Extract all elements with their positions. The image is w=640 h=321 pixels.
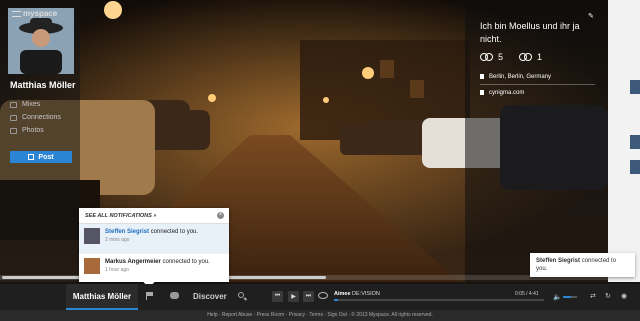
thumbnail[interactable]: [630, 135, 640, 149]
nav-item-mixes[interactable]: Mixes: [10, 98, 61, 111]
notification-user[interactable]: Markus Angermeier: [105, 259, 161, 265]
notification-item[interactable]: Steffen Siegrist connected to you. 2 mins…: [79, 224, 229, 254]
connect-icon[interactable]: [318, 292, 328, 299]
toast-user: Steffen Siegrist: [536, 258, 581, 264]
volume-slider[interactable]: [563, 296, 577, 298]
avatar: [84, 228, 100, 244]
close-icon[interactable]: ×: [217, 212, 224, 219]
right-column: [608, 0, 640, 282]
now-playing[interactable]: Aimee DE:VISION: [334, 291, 380, 297]
next-button[interactable]: ⏭: [303, 291, 314, 302]
nav-label: Connections: [22, 114, 61, 121]
nav-label: Photos: [22, 127, 44, 134]
link-icon: [480, 90, 484, 95]
repeat-icon[interactable]: ↻: [605, 292, 611, 300]
logo-icon: [12, 10, 21, 17]
avatar: [84, 258, 100, 274]
notification-text: connected to you.: [162, 259, 210, 265]
notification-time: 2 mins ago: [105, 237, 130, 243]
volume-fill: [563, 296, 572, 298]
see-all-notifications-link[interactable]: SEE ALL NOTIFICATIONS »: [79, 208, 229, 224]
artist: Aimee: [334, 291, 351, 297]
nav-item-connections[interactable]: Connections: [10, 111, 61, 124]
shuffle-icon[interactable]: ⇄: [590, 292, 596, 300]
connections-icon: [10, 114, 17, 121]
profile-name[interactable]: Matthias Möller: [10, 80, 76, 90]
bio-text: Ich bin Moellus und ihr ja nicht.: [480, 21, 580, 44]
divider: [480, 84, 595, 85]
notifications-flag-icon[interactable]: [146, 292, 154, 300]
notifications-popup: SEE ALL NOTIFICATIONS » × Steffen Siegri…: [79, 208, 229, 288]
photos-icon: [10, 127, 17, 134]
discover-link[interactable]: Discover: [193, 292, 227, 301]
profile-meta: Berlin, Berlin, Germany cynigma.com: [480, 71, 595, 98]
connection-stats: 5 1: [480, 52, 558, 62]
progress-fill: [334, 299, 339, 301]
profile-nav: Mixes Connections Photos: [10, 98, 61, 137]
tab-user-profile[interactable]: Matthias Möller: [66, 284, 138, 310]
notification-text: connected to you.: [150, 229, 199, 235]
post-button[interactable]: Post: [10, 151, 72, 163]
nav-item-photos[interactable]: Photos: [10, 124, 61, 137]
toast-notification[interactable]: Steffen Siegrist connected to you.: [530, 253, 635, 277]
post-label: Post: [38, 153, 54, 161]
compose-icon: [28, 154, 35, 160]
connected-stat[interactable]: 1: [519, 52, 542, 62]
play-button[interactable]: ▶: [288, 291, 299, 302]
location: Berlin, Berlin, Germany: [489, 73, 552, 80]
connections-icon: [480, 53, 494, 61]
edit-icon[interactable]: ✎: [588, 12, 594, 20]
thumbnail[interactable]: [630, 80, 640, 94]
stat-value: 5: [498, 52, 504, 62]
radio-icon[interactable]: ◉: [621, 292, 627, 300]
volume-icon[interactable]: 🔈: [553, 293, 562, 301]
notification-item[interactable]: Markus Angermeier connected to you. 1 hou…: [79, 254, 229, 284]
messages-icon[interactable]: [170, 292, 179, 299]
footer-links[interactable]: Help · Report Abuse · Press Room · Priva…: [0, 310, 640, 321]
thumbnail[interactable]: [630, 160, 640, 174]
notification-time: 1 hour ago: [105, 267, 129, 273]
track-time: 0:05 / 4:41: [515, 291, 539, 297]
connected-icon: [519, 53, 533, 61]
location-icon: [480, 74, 484, 79]
search-icon[interactable]: [238, 292, 244, 298]
connections-stat[interactable]: 5: [480, 52, 503, 62]
mixes-icon: [10, 101, 17, 108]
logo-text: myspace: [23, 9, 58, 18]
website-link[interactable]: cynigma.com: [489, 90, 524, 96]
myspace-logo[interactable]: myspace: [12, 9, 57, 18]
track-progress[interactable]: [334, 299, 544, 301]
track-title: DE:VISION: [352, 291, 380, 297]
nav-label: Mixes: [22, 101, 41, 108]
notification-user[interactable]: Steffen Siegrist: [105, 229, 149, 235]
previous-button[interactable]: ⏮: [272, 291, 283, 302]
stat-value: 1: [537, 52, 543, 62]
